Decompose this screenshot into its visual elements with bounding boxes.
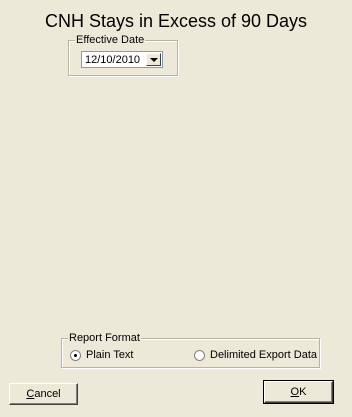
effective-date-value: 12/10/2010: [85, 54, 141, 66]
cancel-button[interactable]: Cancel: [9, 383, 78, 405]
dropdown-arrow-icon[interactable]: [146, 53, 161, 66]
delimited-export-radio[interactable]: Delimited Export Data: [194, 349, 317, 361]
effective-date-legend: Effective Date: [75, 33, 146, 47]
delimited-export-label: Delimited Export Data: [210, 349, 317, 361]
report-format-legend: Report Format: [68, 331, 141, 345]
radio-selected-icon: [70, 349, 81, 361]
plain-text-radio[interactable]: Plain Text: [70, 349, 134, 361]
radio-unselected-icon: [194, 349, 205, 361]
effective-date-group: Effective Date 12/10/2010: [68, 33, 178, 76]
plain-text-label: Plain Text: [86, 349, 134, 361]
report-format-group: Report Format Plain Text Delimited Expor…: [61, 331, 320, 368]
effective-date-picker[interactable]: 12/10/2010: [81, 51, 163, 68]
dialog-title: CNH Stays in Excess of 90 Days: [44, 11, 308, 31]
ok-button[interactable]: OK: [263, 380, 334, 404]
